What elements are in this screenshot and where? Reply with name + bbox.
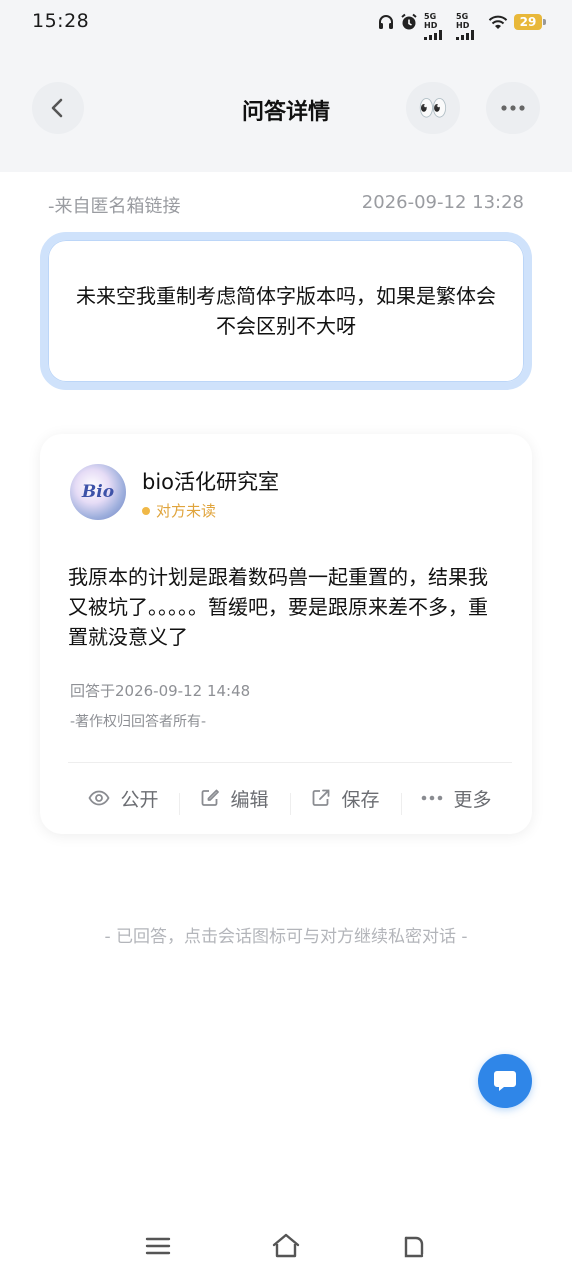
network-label-1: 5G HD [424, 12, 438, 30]
copyright-note: -著作权归回答者所有- [70, 714, 207, 730]
more-horizontal-icon [501, 105, 525, 111]
network-label-2: 5G HD [456, 12, 470, 30]
avatar[interactable]: Bio [70, 464, 126, 520]
question-time: 2026-09-12 13:28 [361, 192, 524, 213]
author-name[interactable]: bio活化研究室 [142, 466, 279, 496]
status-time: 15:28 [32, 10, 90, 32]
answer-actions: 公开 编辑 保存 更多 [68, 778, 512, 818]
question-card: 未来空我重制考虑简体字版本吗，如果是繁体会不会区别不大呀 [40, 232, 532, 390]
headphones-icon [378, 12, 394, 32]
battery-icon: 29 [514, 14, 546, 30]
return-icon [404, 1236, 424, 1258]
question-source: -来自匿名箱链接 [48, 196, 181, 217]
read-status: 对方未读 [142, 500, 216, 521]
divider [68, 762, 512, 763]
more-menu-button[interactable] [486, 82, 540, 134]
eyes-emoji-icon: 👀 [418, 94, 448, 122]
signal-5g-icon: 5G HD [424, 12, 450, 40]
home-nav-button[interactable] [266, 1228, 306, 1264]
status-icons: 5G HD 5G HD 29 [378, 11, 546, 40]
wifi-icon [488, 12, 508, 32]
eyes-button[interactable]: 👀 [406, 82, 460, 134]
home-icon [272, 1233, 300, 1258]
avatar-label: Bio [81, 482, 115, 502]
answer-text: 我原本的计划是跟着数码兽一起重置的，结果我又被坑了。。。。。暂缓吧，要是跟原来差… [68, 565, 488, 649]
chat-button[interactable] [478, 1054, 532, 1108]
public-button[interactable]: 公开 [68, 785, 179, 812]
read-status-label: 对方未读 [156, 502, 217, 520]
menu-icon [145, 1237, 171, 1255]
more-label: 更多 [453, 788, 492, 811]
edit-icon [202, 789, 220, 806]
footer-note: - 已回答，点击会话图标可与对方继续私密对话 - [104, 927, 468, 947]
answer-time: 回答于2026-09-12 14:48 [70, 682, 251, 700]
edit-button[interactable]: 编辑 [179, 785, 290, 815]
public-label: 公开 [120, 788, 159, 811]
save-button[interactable]: 保存 [290, 785, 401, 815]
status-bar: 15:28 5G HD 5G HD 29 [0, 0, 572, 44]
edit-label: 编辑 [230, 788, 269, 811]
more-actions-button[interactable]: 更多 [401, 785, 512, 815]
unread-dot-icon [142, 506, 150, 515]
answer-card: Bio bio活化研究室 对方未读 我原本的计划是跟着数码兽一起重置的，结果我又… [40, 434, 532, 834]
chat-bubble-icon [494, 1071, 516, 1091]
question-text: 未来空我重制考虑简体字版本吗，如果是繁体会不会区别不大呀 [76, 284, 496, 338]
more-horizontal-icon [422, 795, 443, 801]
back-nav-button[interactable] [394, 1228, 434, 1264]
alarm-icon [400, 12, 418, 32]
menu-nav-button[interactable] [138, 1228, 178, 1264]
share-export-icon [313, 789, 330, 806]
eye-icon [88, 790, 111, 806]
signal-5g-icon-2: 5G HD [456, 12, 482, 40]
save-label: 保存 [341, 788, 380, 811]
